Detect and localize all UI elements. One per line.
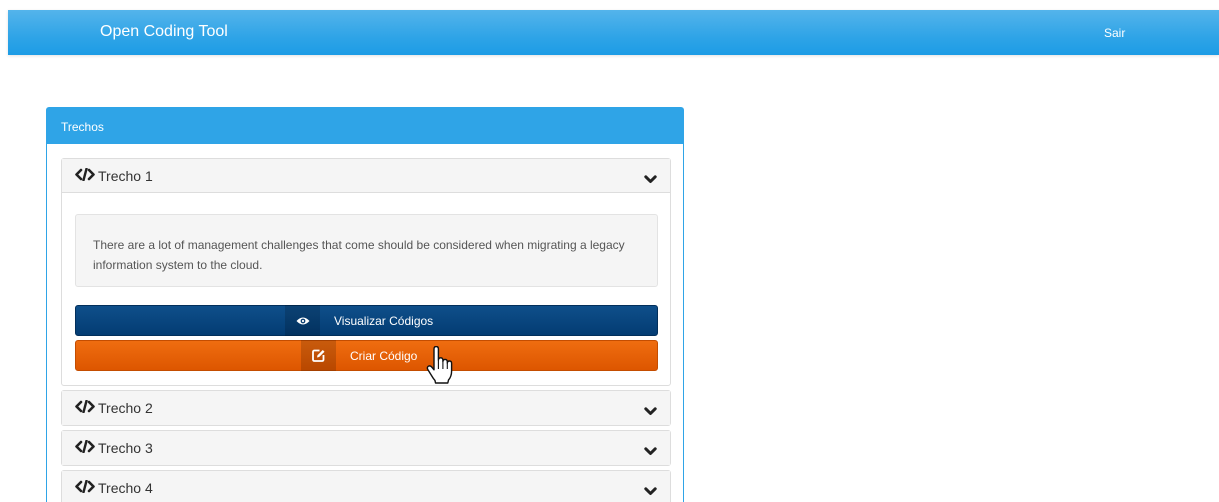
excerpt-header-3[interactable]: Trecho 3	[62, 431, 670, 465]
view-codes-button[interactable]: Visualizar Códigos	[75, 305, 658, 336]
excerpt-title: Trecho 1	[98, 168, 153, 184]
code-icon	[75, 479, 95, 496]
excerpt-title: Trecho 2	[98, 400, 153, 416]
excerpt-item-3: Trecho 3	[61, 430, 671, 466]
excerpt-text: There are a lot of management challenges…	[93, 238, 625, 272]
excerpt-title: Trecho 3	[98, 440, 153, 456]
hand-pointer-cursor	[426, 345, 458, 389]
excerpt-header-4[interactable]: Trecho 4	[62, 471, 670, 502]
edit-icon	[301, 340, 336, 371]
brand-title[interactable]: Open Coding Tool	[100, 23, 228, 41]
excerpt-item-1: Trecho 1 There are a lot of management c…	[61, 158, 671, 386]
chevron-down-icon[interactable]	[644, 443, 657, 459]
code-icon	[75, 399, 95, 416]
excerpts-panel: Trechos Trecho 1 There are a lot of mana…	[46, 107, 684, 502]
create-code-button[interactable]: Criar Código	[75, 340, 658, 371]
code-icon	[75, 439, 95, 456]
excerpt-item-4: Trecho 4	[61, 470, 671, 502]
chevron-down-icon[interactable]	[644, 171, 657, 187]
eye-icon	[285, 305, 320, 336]
excerpt-item-2: Trecho 2	[61, 390, 671, 426]
excerpt-text-box: There are a lot of management challenges…	[75, 214, 658, 287]
chevron-down-icon[interactable]	[644, 483, 657, 499]
excerpt-title: Trecho 4	[98, 480, 153, 496]
excerpt-header-1[interactable]: Trecho 1	[62, 159, 670, 193]
logout-link[interactable]: Sair	[1104, 26, 1125, 40]
create-code-label: Criar Código	[350, 349, 418, 363]
code-icon	[75, 167, 95, 184]
top-navbar: Open Coding Tool Sair	[8, 10, 1219, 55]
panel-title: Trechos	[47, 108, 683, 144]
excerpt-header-2[interactable]: Trecho 2	[62, 391, 670, 425]
view-codes-label: Visualizar Códigos	[334, 314, 434, 328]
chevron-down-icon[interactable]	[644, 403, 657, 419]
